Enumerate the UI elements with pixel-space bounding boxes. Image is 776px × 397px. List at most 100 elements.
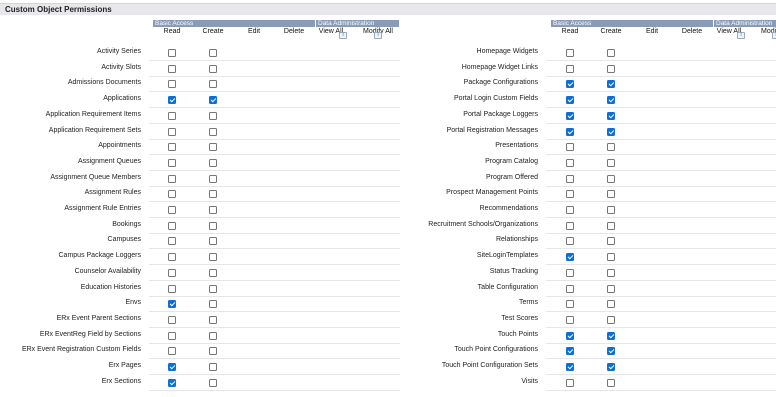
right-modify-all-help-icon[interactable]: i [772, 32, 776, 39]
create-checkbox[interactable] [209, 237, 217, 246]
read-checkbox[interactable] [168, 331, 176, 340]
create-checkbox[interactable] [607, 190, 615, 199]
create-checkbox[interactable] [607, 331, 615, 340]
create-checkbox[interactable] [209, 158, 217, 167]
read-checkbox[interactable] [566, 315, 574, 324]
create-checkbox[interactable] [607, 143, 615, 152]
create-checkbox[interactable] [607, 49, 615, 57]
read-checkbox[interactable] [566, 49, 574, 57]
create-checkbox[interactable] [607, 158, 615, 167]
create-checkbox[interactable] [209, 206, 217, 214]
create-checkbox[interactable] [607, 64, 615, 73]
create-checkbox[interactable] [209, 253, 217, 262]
create-checkbox[interactable] [607, 315, 615, 324]
read-checkbox[interactable] [168, 174, 176, 183]
create-checkbox[interactable] [209, 111, 217, 120]
table-row: Portal Login Custom Fields [398, 93, 776, 109]
read-checkbox[interactable] [168, 206, 176, 214]
create-checkbox[interactable] [209, 64, 217, 73]
create-checkbox[interactable] [607, 237, 615, 246]
create-checkbox[interactable] [209, 300, 217, 309]
read-checkbox[interactable] [168, 221, 176, 230]
read-checkbox[interactable] [566, 127, 574, 136]
create-checkbox[interactable] [209, 190, 217, 199]
create-checkbox[interactable] [607, 127, 615, 136]
read-checkbox[interactable] [168, 190, 176, 199]
create-checkbox[interactable] [607, 378, 615, 387]
read-checkbox[interactable] [566, 143, 574, 152]
create-checkbox[interactable] [607, 268, 615, 277]
read-checkbox[interactable] [566, 80, 574, 89]
create-checkbox[interactable] [607, 221, 615, 230]
read-checkbox[interactable] [566, 237, 574, 246]
create-checkbox[interactable] [209, 284, 217, 293]
create-checkbox[interactable] [209, 347, 217, 356]
read-checkbox[interactable] [566, 174, 574, 183]
create-checkbox[interactable] [209, 363, 217, 371]
read-checkbox[interactable] [566, 221, 574, 230]
left-view-all-help-icon[interactable]: i [339, 32, 347, 39]
read-checkbox[interactable] [566, 268, 574, 277]
read-checkbox[interactable] [168, 347, 176, 356]
read-checkbox[interactable] [168, 158, 176, 167]
read-checkbox[interactable] [168, 127, 176, 136]
left-modify-all-help-icon[interactable]: i [374, 32, 382, 39]
read-checkbox[interactable] [566, 64, 574, 73]
read-checkbox[interactable] [566, 111, 574, 120]
read-checkbox[interactable] [168, 300, 176, 309]
create-checkbox[interactable] [607, 96, 615, 105]
read-checkbox[interactable] [168, 284, 176, 293]
create-checkbox[interactable] [209, 49, 217, 57]
create-checkbox[interactable] [607, 300, 615, 309]
read-checkbox[interactable] [168, 237, 176, 246]
create-checkbox[interactable] [209, 221, 217, 230]
read-checkbox[interactable] [566, 190, 574, 199]
read-checkbox[interactable] [566, 206, 574, 214]
read-checkbox[interactable] [168, 143, 176, 152]
read-checkbox[interactable] [566, 363, 574, 371]
read-checkbox[interactable] [566, 253, 574, 262]
create-checkbox[interactable] [209, 378, 217, 387]
read-checkbox[interactable] [566, 284, 574, 293]
create-checkbox[interactable] [209, 331, 217, 340]
create-checkbox[interactable] [209, 174, 217, 183]
table-row: ERx EventReg Field by Sections [0, 329, 400, 344]
create-checkbox[interactable] [607, 363, 615, 371]
table-row: Activity Slots [0, 62, 400, 77]
read-checkbox[interactable] [566, 96, 574, 105]
read-checkbox[interactable] [168, 315, 176, 324]
object-name-label: Activity Series [97, 48, 141, 55]
create-checkbox[interactable] [209, 143, 217, 152]
read-checkbox[interactable] [566, 158, 574, 167]
read-checkbox[interactable] [566, 347, 574, 356]
create-checkbox[interactable] [607, 284, 615, 293]
read-checkbox[interactable] [168, 268, 176, 277]
read-checkbox[interactable] [168, 363, 176, 371]
read-checkbox[interactable] [168, 80, 176, 89]
object-name-label: Recruitment Schools/Organizations [428, 220, 538, 228]
create-checkbox[interactable] [209, 268, 217, 277]
read-checkbox[interactable] [566, 300, 574, 309]
read-checkbox[interactable] [566, 331, 574, 340]
read-checkbox[interactable] [566, 378, 574, 387]
create-checkbox[interactable] [607, 80, 615, 89]
read-checkbox[interactable] [168, 96, 176, 105]
table-row: Portal Package Loggers [398, 109, 776, 124]
right-permissions-panel: Basic Access Data Administration Read Creat… [398, 0, 776, 397]
read-checkbox[interactable] [168, 49, 176, 57]
create-checkbox[interactable] [209, 80, 217, 89]
read-checkbox[interactable] [168, 111, 176, 120]
table-row: Homepage Widgets [398, 46, 776, 61]
create-checkbox[interactable] [607, 111, 615, 120]
read-checkbox[interactable] [168, 64, 176, 73]
read-checkbox[interactable] [168, 253, 176, 262]
create-checkbox[interactable] [607, 347, 615, 356]
create-checkbox[interactable] [209, 96, 217, 105]
create-checkbox[interactable] [607, 174, 615, 183]
create-checkbox[interactable] [607, 206, 615, 214]
right-view-all-help-icon[interactable]: i [737, 32, 745, 39]
create-checkbox[interactable] [607, 253, 615, 262]
create-checkbox[interactable] [209, 315, 217, 324]
read-checkbox[interactable] [168, 378, 176, 387]
create-checkbox[interactable] [209, 127, 217, 136]
